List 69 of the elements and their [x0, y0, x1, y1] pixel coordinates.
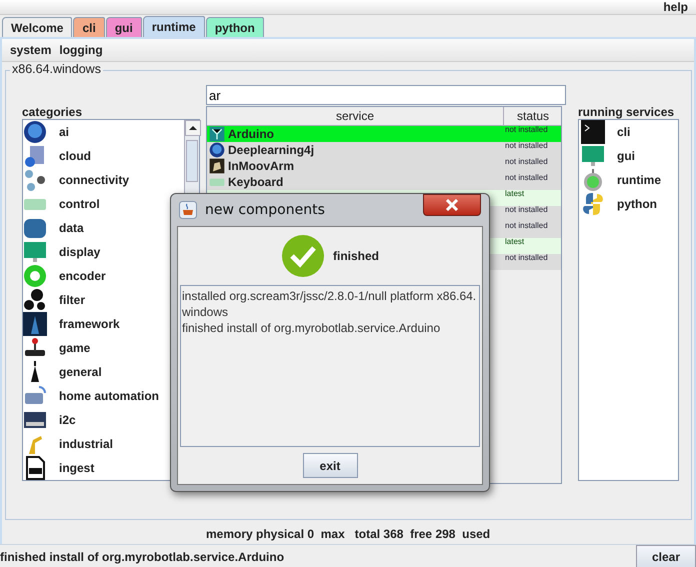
status-cell-text: not installed — [505, 142, 549, 152]
list-title: categories — [22, 105, 84, 119]
service-item[interactable]: runtime — [617, 173, 662, 187]
exit-button[interactable]: exit — [302, 453, 358, 478]
close-button[interactable] — [423, 194, 481, 216]
tab[interactable]: cli — [73, 17, 105, 37]
column-header[interactable]: service — [207, 107, 504, 125]
tab[interactable]: Welcome — [2, 17, 72, 37]
group-title: x86.64.windows — [10, 62, 103, 76]
scroll-up-icon[interactable] — [185, 120, 201, 136]
status-cell-text: not installed — [505, 126, 549, 136]
category-item[interactable]: framework — [59, 317, 120, 331]
status-cell-text: latest — [505, 238, 526, 248]
memory-status: memory physical 0 max total 368 free 298 used — [205, 526, 492, 543]
status-cell-text: not installed — [505, 222, 549, 232]
column-header[interactable]: status — [504, 107, 562, 125]
clear-button[interactable]: clear — [636, 545, 696, 567]
table-row[interactable]: Deeplearning4j not installed — [207, 142, 561, 158]
category-item[interactable]: game — [59, 341, 90, 355]
checkmark-icon — [280, 234, 325, 278]
status-cell-text: latest — [505, 190, 526, 200]
monitor-icon — [581, 144, 605, 168]
category-item[interactable]: home automation — [59, 389, 160, 403]
table-row[interactable]: Arduino not installed — [207, 126, 561, 142]
category-item[interactable]: ai — [59, 125, 70, 139]
search-field[interactable]: ar — [206, 85, 566, 105]
category-item[interactable]: display — [59, 245, 100, 259]
database-icon — [23, 216, 47, 240]
list-title: running services — [578, 105, 676, 119]
tab[interactable]: gui — [106, 17, 142, 37]
status-cell-text: not installed — [505, 158, 549, 168]
status-cell-text: not installed — [505, 174, 549, 184]
category-item[interactable]: connectivity — [59, 173, 130, 187]
category-item[interactable]: general — [59, 365, 102, 379]
tab[interactable]: python — [206, 17, 264, 37]
close-icon[interactable] — [445, 199, 459, 211]
toolbar-button[interactable]: system — [6, 39, 56, 61]
table-row[interactable]: InMoovArm not installed — [207, 158, 561, 174]
snake-icon — [581, 192, 605, 216]
category-item[interactable]: ingest — [59, 461, 94, 475]
category-item[interactable]: control — [59, 197, 100, 211]
dialog-title: new components — [205, 202, 326, 218]
menu-item[interactable]: help — [661, 0, 690, 14]
service-item[interactable]: python — [617, 197, 657, 211]
cup-icon — [179, 201, 197, 219]
status-text: finished — [332, 249, 379, 263]
category-item[interactable]: cloud — [59, 149, 91, 163]
network-icon — [23, 168, 47, 192]
category-item[interactable]: encoder — [59, 269, 106, 283]
scroll-thumb[interactable] — [186, 140, 198, 182]
table-row[interactable]: Keyboard not installed — [207, 174, 561, 190]
service-name: Deeplearning4j — [228, 143, 314, 157]
status-cell-text: not installed — [505, 206, 549, 216]
status-cell-text: not installed — [505, 254, 549, 264]
category-item[interactable]: i2c — [59, 413, 76, 427]
stopwatch-icon — [581, 168, 605, 192]
service-name: Arduino — [228, 127, 274, 141]
monitor-icon — [23, 240, 47, 264]
status-message: finished install of org.myrobotlab.service.Arduino — [0, 550, 286, 564]
service-name: Keyboard — [228, 175, 284, 189]
toolbar-button[interactable]: logging — [55, 39, 107, 61]
tab[interactable]: runtime — [142, 16, 205, 37]
service-name: InMoovArm — [228, 159, 294, 173]
category-item[interactable]: data — [59, 221, 84, 235]
category-item[interactable]: industrial — [59, 437, 114, 451]
category-item[interactable]: filter — [59, 293, 86, 307]
service-item[interactable]: gui — [617, 149, 635, 163]
log-line: finished install of org.myrobotlab.service.Arduino — [182, 320, 442, 336]
service-item[interactable]: cli — [617, 125, 630, 139]
